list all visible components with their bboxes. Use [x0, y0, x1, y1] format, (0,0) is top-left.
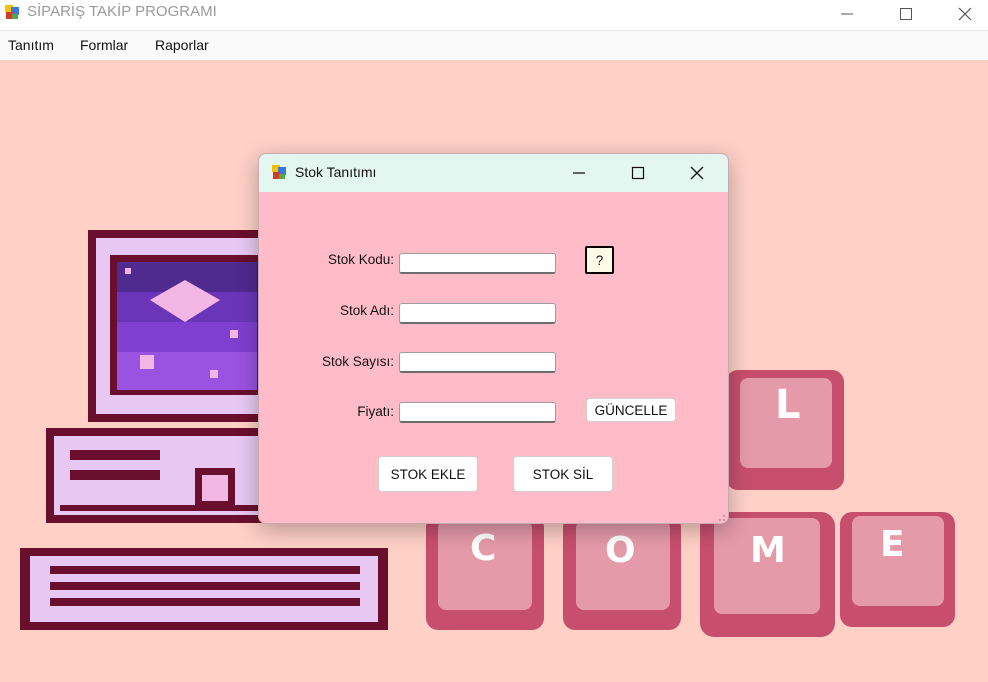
- minimize-icon: [841, 13, 853, 15]
- minimize-icon: [573, 172, 585, 174]
- minimize-button[interactable]: [818, 0, 876, 28]
- app-title: SİPARİŞ TAKİP PROGRAMI: [27, 3, 217, 20]
- key-m-label: M: [750, 530, 786, 571]
- maximize-icon: [900, 8, 912, 20]
- stok-ekle-button[interactable]: STOK EKLE: [378, 456, 478, 492]
- stok-tanitimi-dialog: Stok Tanıtımı Stok Kodu: ? Stok Adı: Sto…: [258, 153, 729, 524]
- stok-kodu-field[interactable]: [399, 253, 556, 274]
- stok-adi-label: Stok Adı:: [339, 303, 394, 318]
- menu-bar: Tanıtım Formlar Raporlar: [0, 31, 988, 60]
- key-l-decoration: L: [726, 370, 844, 490]
- key-c-decoration: C: [426, 515, 544, 630]
- stok-adi-field[interactable]: [399, 303, 556, 324]
- dialog-maximize-button[interactable]: [609, 154, 667, 192]
- dialog-minimize-button[interactable]: [550, 154, 608, 192]
- app-titlebar: SİPARİŞ TAKİP PROGRAMI: [0, 0, 988, 31]
- dialog-titlebar[interactable]: Stok Tanıtımı: [259, 154, 728, 192]
- dialog-title: Stok Tanıtımı: [295, 164, 377, 180]
- close-button[interactable]: [936, 0, 988, 28]
- close-icon: [958, 7, 972, 21]
- resize-grip-icon[interactable]: [714, 510, 726, 522]
- key-e-decoration: E: [840, 512, 955, 627]
- dialog-app-icon: [272, 165, 286, 179]
- key-c-label: C: [470, 528, 496, 569]
- stok-sil-button[interactable]: STOK SİL: [513, 456, 613, 492]
- maximize-icon: [631, 166, 645, 180]
- dialog-close-button[interactable]: [668, 154, 726, 192]
- guncelle-button[interactable]: GÜNCELLE: [586, 398, 676, 422]
- maximize-button[interactable]: [877, 0, 935, 28]
- menu-raporlar[interactable]: Raporlar: [155, 37, 209, 53]
- stok-sayisi-label: Stok Sayısı:: [321, 354, 394, 369]
- key-o-label: O: [605, 530, 636, 571]
- key-m-decoration: M: [700, 512, 835, 637]
- menu-tanitim[interactable]: Tanıtım: [8, 37, 54, 53]
- close-icon: [690, 166, 704, 180]
- stok-kodu-label: Stok Kodu:: [327, 252, 394, 267]
- help-button[interactable]: ?: [585, 246, 614, 274]
- fiyati-label: Fiyatı:: [357, 404, 394, 419]
- app-icon: [5, 5, 19, 19]
- stok-sayisi-field[interactable]: [399, 352, 556, 373]
- fiyati-field[interactable]: [399, 402, 556, 423]
- key-o-decoration: O: [563, 515, 681, 630]
- menu-formlar[interactable]: Formlar: [80, 37, 128, 53]
- key-l-label: L: [775, 382, 801, 428]
- key-e-label: E: [880, 524, 905, 565]
